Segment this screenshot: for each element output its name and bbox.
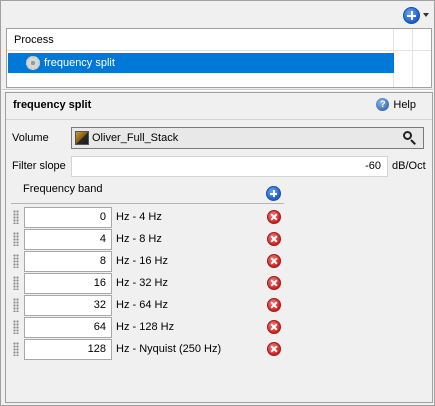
add-circle-icon <box>403 6 420 24</box>
band-start-input[interactable]: 8 <box>24 251 112 272</box>
add-band-icon[interactable] <box>266 186 281 201</box>
remove-band-icon[interactable] <box>267 254 281 268</box>
band-start-input[interactable]: 16 <box>24 273 112 294</box>
drag-handle-icon[interactable] <box>13 320 19 334</box>
drag-handle-icon[interactable] <box>13 210 19 224</box>
properties-panel: frequency split ? Help Volume Oliver_Ful… <box>5 92 433 403</box>
drag-handle-icon[interactable] <box>13 232 19 246</box>
band-row: 4 Hz - 8 Hz <box>6 229 306 250</box>
remove-band-icon[interactable] <box>267 342 281 356</box>
drag-handle-icon[interactable] <box>13 298 19 312</box>
toolbar <box>2 2 433 26</box>
remove-band-icon[interactable] <box>267 210 281 224</box>
drag-handle-icon[interactable] <box>13 254 19 268</box>
process-row-frequency-split[interactable]: frequency split <box>8 53 394 73</box>
band-start-input[interactable]: 64 <box>24 317 112 338</box>
band-row: 32 Hz - 64 Hz <box>6 295 306 316</box>
band-start-input[interactable]: 0 <box>24 207 112 228</box>
window: Process frequency split frequency split … <box>0 0 435 406</box>
remove-band-icon[interactable] <box>267 276 281 290</box>
band-row: 8 Hz - 16 Hz <box>6 251 306 272</box>
process-list-header: Process <box>7 29 431 51</box>
search-icon[interactable] <box>403 131 417 145</box>
panel-title: frequency split <box>13 99 92 111</box>
band-row: 128 Hz - Nyquist (250 Hz) <box>6 339 306 360</box>
remove-band-icon[interactable] <box>267 320 281 334</box>
help-label: Help <box>393 98 416 111</box>
band-range-label: Hz - 128 Hz <box>116 321 175 333</box>
splitter[interactable] <box>2 89 433 91</box>
drag-handle-icon[interactable] <box>13 342 19 356</box>
band-range-label: Hz - 64 Hz <box>116 299 168 311</box>
volume-name: Oliver_Full_Stack <box>92 132 179 144</box>
volume-label: Volume <box>12 132 49 144</box>
process-list: Process frequency split <box>6 28 432 88</box>
divider <box>11 203 284 204</box>
band-range-label: Hz - 32 Hz <box>116 277 168 289</box>
filter-slope-input[interactable]: -60 <box>71 156 388 177</box>
column-separator <box>412 29 413 87</box>
band-start-input[interactable]: 128 <box>24 339 112 360</box>
process-name: frequency split <box>44 57 115 69</box>
filter-slope-unit: dB/Oct <box>392 160 426 172</box>
dropdown-caret-icon <box>423 13 429 17</box>
volume-icon <box>75 131 89 145</box>
remove-band-icon[interactable] <box>267 298 281 312</box>
band-range-label: Hz - Nyquist (250 Hz) <box>116 343 222 355</box>
band-row: 64 Hz - 128 Hz <box>6 317 306 338</box>
gear-icon <box>26 56 40 70</box>
frequency-band-header: Frequency band <box>23 183 103 195</box>
volume-selector[interactable]: Oliver_Full_Stack <box>71 127 424 149</box>
drag-handle-icon[interactable] <box>13 276 19 290</box>
band-start-input[interactable]: 32 <box>24 295 112 316</box>
process-column-header: Process <box>14 34 54 46</box>
band-range-label: Hz - 8 Hz <box>116 233 162 245</box>
help-icon: ? <box>376 98 390 111</box>
help-button[interactable]: ? Help <box>376 98 416 111</box>
band-start-input[interactable]: 4 <box>24 229 112 250</box>
band-range-label: Hz - 4 Hz <box>116 211 162 223</box>
band-row: 16 Hz - 32 Hz <box>6 273 306 294</box>
add-process-menu-button[interactable] <box>403 5 429 25</box>
band-row: 0 Hz - 4 Hz <box>6 207 306 228</box>
band-range-label: Hz - 16 Hz <box>116 255 168 267</box>
filter-slope-label: Filter slope <box>12 160 66 172</box>
divider <box>6 119 432 120</box>
remove-band-icon[interactable] <box>267 232 281 246</box>
